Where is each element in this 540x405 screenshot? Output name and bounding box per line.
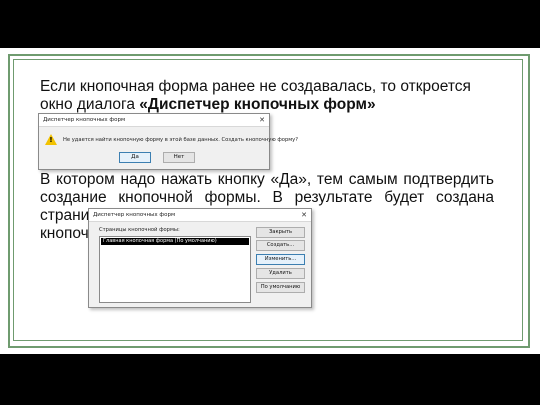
create-button[interactable]: Создать... (256, 240, 305, 251)
intro-paragraph: Если кнопочная форма ранее не создавалас… (40, 78, 500, 114)
pages-list-label: Страницы кнопочной формы: (99, 227, 180, 233)
intro-line-1: Если кнопочная форма ранее не создавалас… (40, 78, 471, 95)
confirm-dialog-title: Диспетчер кнопочных форм (43, 117, 126, 123)
intro-line-2: окно диалога (40, 96, 140, 113)
close-icon[interactable]: ✕ (259, 114, 265, 126)
set-default-button[interactable]: По умолчанию (256, 282, 305, 293)
close-icon[interactable]: ✕ (301, 209, 307, 221)
intro-bold-title: «Диспетчер кнопочных форм» (139, 96, 376, 113)
confirm-dialog-message: Не удается найти кнопочную форму в этой … (63, 137, 298, 143)
switchboard-dialog-title: Диспетчер кнопочных форм (93, 212, 176, 218)
list-item[interactable]: Главная кнопочная форма (По умолчанию) (101, 238, 249, 245)
confirm-dialog: Диспетчер кнопочных форм ✕ ! Не удается … (38, 113, 298, 170)
edit-button[interactable]: Изменить... (256, 254, 305, 265)
warning-icon-mark: ! (49, 136, 53, 144)
close-button[interactable]: Закрыть (256, 227, 305, 238)
slide: Если кнопочная форма ранее не создавалас… (0, 48, 540, 354)
confirm-dialog-titlebar: Диспетчер кнопочных форм ✕ (39, 114, 269, 127)
no-button[interactable]: Нет (163, 152, 195, 163)
pages-listbox[interactable]: Главная кнопочная форма (По умолчанию) (99, 236, 251, 303)
yes-button[interactable]: Да (119, 152, 151, 163)
delete-button[interactable]: Удалить (256, 268, 305, 279)
switchboard-manager-dialog: Диспетчер кнопочных форм ✕ Страницы кноп… (88, 208, 312, 308)
switchboard-dialog-titlebar: Диспетчер кнопочных форм ✕ (89, 209, 311, 222)
